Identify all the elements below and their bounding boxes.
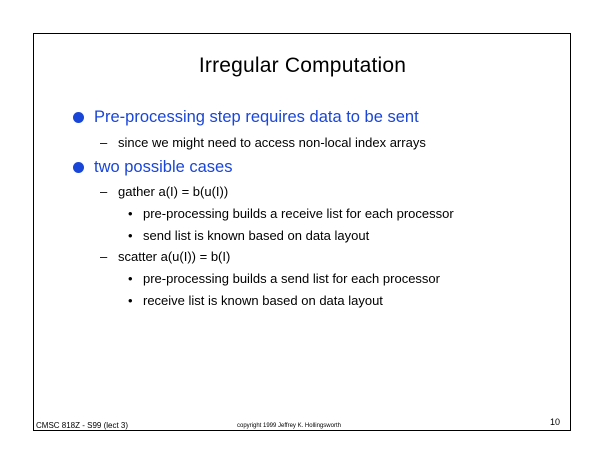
subsub-item-text: receive list is known based on data layo… (143, 293, 383, 308)
sub-item-gather: – gather a(I) = b(u(I)) (100, 184, 228, 199)
subsub-item: • pre-processing builds a receive list fo… (128, 206, 454, 221)
bullet-item-2: two possible cases (73, 158, 233, 177)
dash-marker: – (100, 135, 108, 150)
footer-copyright: copyright 1999 Jeffrey K. Hollingsworth (237, 423, 341, 429)
sub-item: – since we might need to access non-local… (100, 135, 426, 150)
bullet-text: two possible cases (94, 158, 233, 176)
bullet-dot-icon (73, 112, 84, 123)
bullet-marker: • (128, 293, 133, 308)
subsub-item: • pre-processing builds a send list for e… (128, 271, 440, 286)
bullet-marker: • (128, 271, 133, 286)
page-number: 10 (550, 417, 561, 427)
subsub-item-text: pre-processing builds a send list for ea… (143, 271, 440, 286)
bullet-dot-icon (73, 162, 84, 173)
subsub-item-text: send list is known based on data layout (143, 228, 370, 243)
dash-marker: – (100, 184, 108, 199)
dash-marker: – (100, 249, 108, 264)
subsub-item: • receive list is known based on data lay… (128, 293, 383, 308)
sub-item-scatter: – scatter a(u(I)) = b(I) (100, 249, 230, 264)
bullet-marker: • (128, 206, 133, 221)
sub-item-text: since we might need to access non-local … (118, 135, 426, 150)
sub-item-text: scatter a(u(I)) = b(I) (118, 249, 231, 264)
sub-item-text: gather a(I) = b(u(I)) (118, 184, 229, 199)
bullet-item-1: Pre-processing step requires data to be … (73, 108, 419, 127)
footer-course-label: CMSC 818Z - S99 (lect 3) (36, 421, 129, 430)
bullet-marker: • (128, 228, 133, 243)
subsub-item-text: pre-processing builds a receive list for… (143, 206, 454, 221)
bullet-text: Pre-processing step requires data to be … (94, 108, 419, 126)
slide-title: Irregular Computation (198, 54, 407, 77)
subsub-item: • send list is known based on data layout (128, 228, 369, 243)
